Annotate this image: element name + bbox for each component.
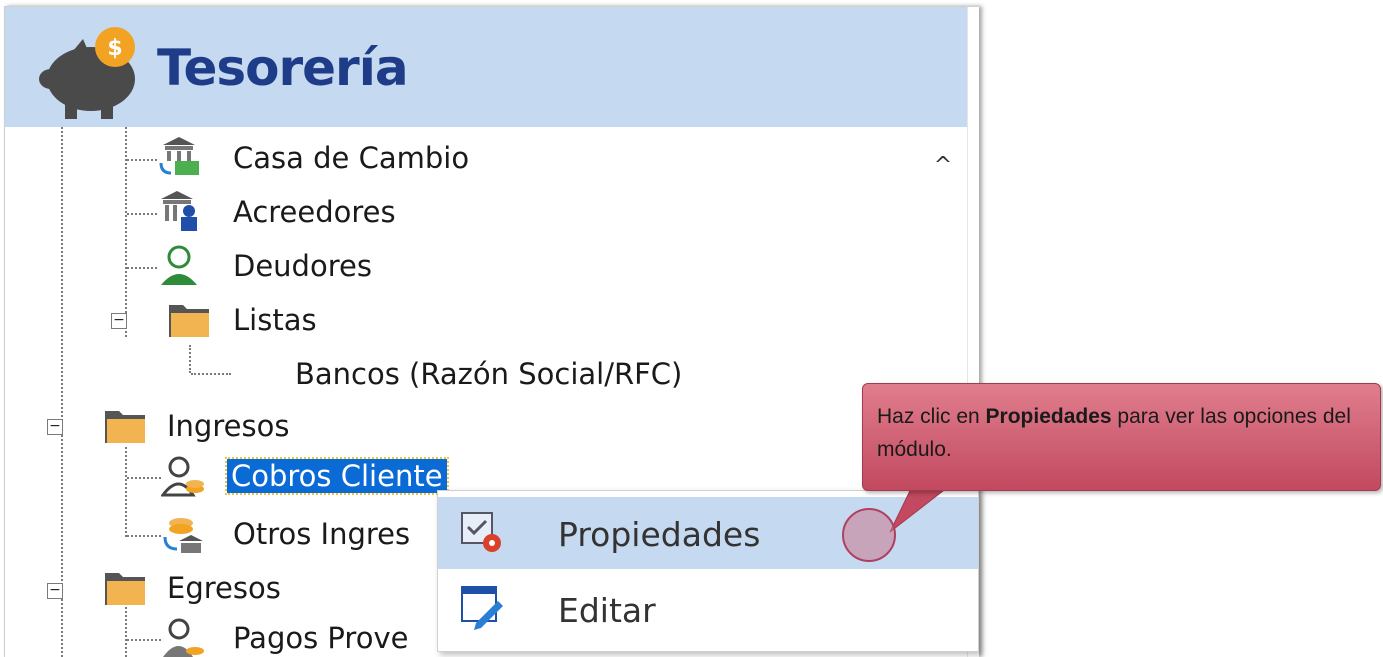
svg-text:$: $ — [107, 36, 122, 61]
folder-icon — [169, 305, 209, 337]
module-header: $ Tesorería — [5, 7, 967, 127]
tree-item-label: Ingresos — [167, 409, 290, 443]
callout-text: Haz clic en Propiedades para ver las opc… — [877, 405, 1351, 461]
click-target-marker — [842, 508, 896, 562]
tree-connector — [127, 535, 161, 537]
collapse-toggle-egresos[interactable]: − — [47, 583, 63, 599]
tree-item-label: Casa de Cambio — [233, 141, 470, 175]
client-payments-icon — [161, 456, 204, 497]
menu-item-label: Propiedades — [558, 515, 761, 554]
tree-connector — [189, 345, 191, 373]
menu-item-label: Editar — [558, 591, 656, 630]
tree-item-label: Bancos (Razón Social/RFC) — [295, 357, 683, 391]
properties-gear-icon — [461, 512, 501, 552]
tree-connector — [127, 159, 157, 161]
tree-connector — [127, 477, 161, 479]
folder-icon — [105, 573, 145, 605]
piggy-bank-icon: $ — [39, 27, 135, 119]
tree-connector — [61, 127, 63, 657]
currency-exchange-icon — [159, 137, 199, 175]
tree-connector — [125, 447, 127, 537]
tree-item-label: Egresos — [167, 571, 281, 605]
tree-item-label: Deudores — [233, 249, 372, 283]
supplier-payments-icon — [163, 618, 204, 657]
other-income-icon — [163, 518, 203, 553]
edit-window-icon — [461, 586, 503, 630]
tree-item-label: Acreedores — [233, 195, 396, 229]
instruction-callout: Haz clic en Propiedades para ver las opc… — [862, 383, 1381, 491]
debtor-person-icon — [161, 245, 197, 285]
creditor-bank-icon — [161, 191, 197, 231]
tree-item-label: Otros Ingres — [233, 517, 411, 551]
tree-connector — [127, 213, 157, 215]
tree-connector — [127, 639, 161, 641]
tree-connector — [127, 267, 157, 269]
page-title: Tesorería — [157, 39, 409, 97]
scroll-up-chevron-icon[interactable]: ^ — [931, 154, 955, 178]
collapse-toggle-listas[interactable]: − — [111, 313, 127, 329]
folder-icon — [105, 411, 145, 443]
collapse-toggle-ingresos[interactable]: − — [47, 419, 63, 435]
tree-item-label: Cobros Cliente — [225, 457, 449, 495]
tree-item-label: Listas — [233, 303, 317, 337]
tree-connector — [191, 373, 231, 375]
menu-item-editar[interactable]: Editar — [438, 573, 978, 645]
